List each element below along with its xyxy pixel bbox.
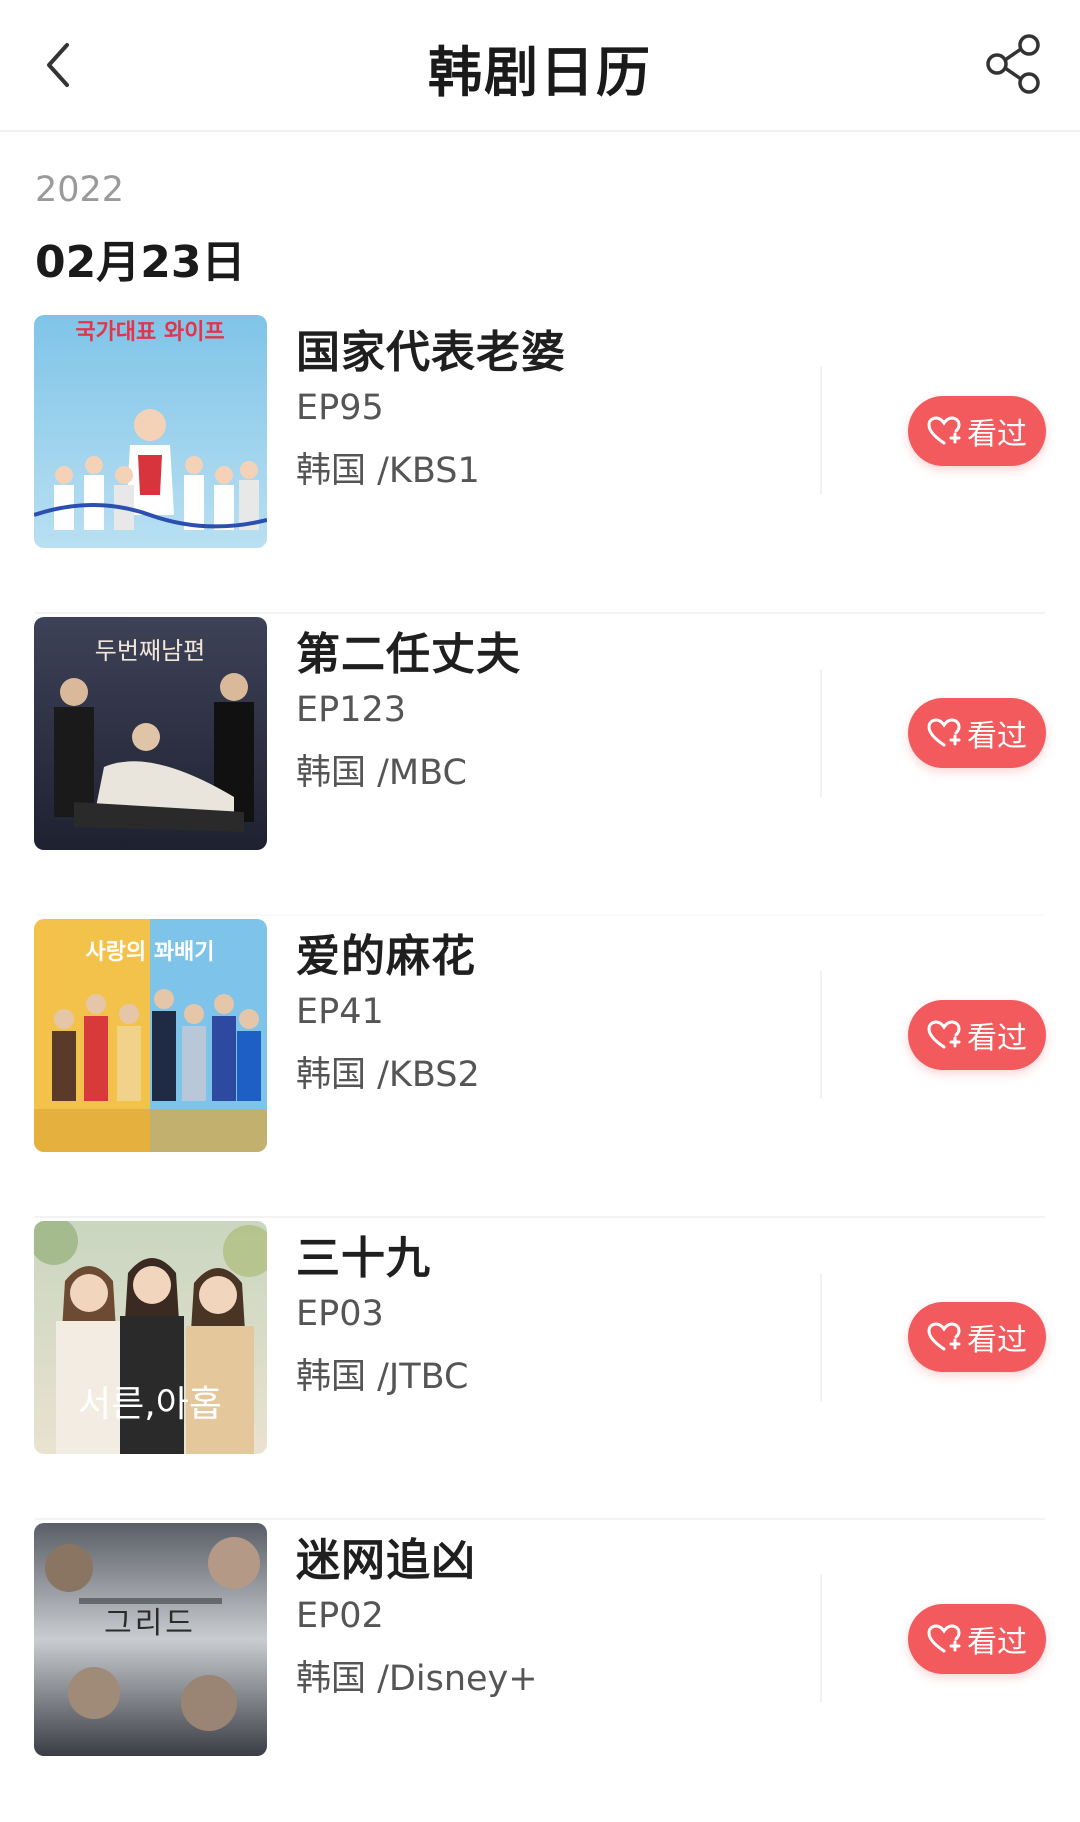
divider: [820, 1273, 822, 1401]
watched-button[interactable]: 看过: [908, 1000, 1046, 1070]
watched-button[interactable]: 看过: [908, 396, 1046, 466]
heart-plus-icon: [927, 1322, 961, 1351]
date-day: 02月23日: [35, 237, 246, 288]
watched-button[interactable]: 看过: [908, 698, 1046, 768]
divider: [820, 669, 822, 797]
poster-image[interactable]: 국가대표 와이프: [34, 315, 267, 548]
heart-plus-icon: [927, 1020, 961, 1049]
show-episode: EP123: [296, 690, 407, 730]
heart-plus-icon: [927, 718, 961, 747]
poster-image[interactable]: 서른,아홉: [34, 1221, 267, 1454]
show-episode: EP03: [296, 1294, 384, 1334]
poster-title: 사랑의 꽈배기: [85, 940, 214, 965]
list-item[interactable]: 두번째남편 第二任丈夫 EP123 韩国 /MBC 看过: [0, 614, 1080, 916]
show-network: 韩国 /KBS1: [296, 451, 480, 491]
show-episode: EP02: [296, 1596, 384, 1636]
watched-label: 看过: [967, 1323, 1027, 1358]
divider: [820, 1575, 822, 1703]
watched-button[interactable]: 看过: [908, 1302, 1046, 1372]
poster-title: 서른,아홉: [78, 1384, 222, 1425]
show-network: 韩国 /JTBC: [296, 1357, 469, 1397]
poster-title: 두번째남편: [95, 637, 205, 665]
top-bar: 韩剧日历: [0, 0, 1080, 132]
list-item[interactable]: 국가대표 와이프 国家代表老婆 EP95 韩国 /KBS1 看过: [0, 312, 1080, 614]
show-network: 韩国 /MBC: [296, 753, 467, 793]
list-item[interactable]: 그리드 迷网追凶 EP02 韩国 /Disney+ 看过: [0, 1520, 1080, 1822]
list-item[interactable]: 서른,아홉 三十九 EP03 韩国 /JTBC 看过: [0, 1218, 1080, 1520]
heart-plus-icon: [927, 416, 961, 445]
watched-label: 看过: [967, 417, 1027, 452]
poster-image[interactable]: 그리드: [34, 1523, 267, 1756]
page-title: 韩剧日历: [428, 41, 652, 104]
show-episode: EP41: [296, 992, 384, 1032]
show-title: 爱的麻花: [296, 931, 476, 982]
poster-image[interactable]: 사랑의 꽈배기: [34, 919, 267, 1152]
poster-image[interactable]: 두번째남편: [34, 617, 267, 850]
watched-label: 看过: [967, 1021, 1027, 1056]
watched-label: 看过: [967, 1625, 1027, 1660]
date-year: 2022: [35, 170, 125, 210]
show-title: 国家代表老婆: [296, 327, 566, 378]
show-title: 迷网追凶: [296, 1535, 476, 1586]
share-icon: [986, 34, 1040, 94]
divider: [820, 971, 822, 1099]
heart-plus-icon: [927, 1624, 961, 1653]
show-episode: EP95: [296, 388, 384, 428]
show-title: 三十九: [296, 1233, 431, 1284]
show-title: 第二任丈夫: [296, 629, 521, 680]
divider: [820, 367, 822, 495]
show-network: 韩国 /KBS2: [296, 1055, 480, 1095]
poster-title: 국가대표 와이프: [75, 320, 224, 345]
watched-label: 看过: [967, 719, 1027, 754]
share-button[interactable]: [978, 28, 1050, 100]
list-item[interactable]: 사랑의 꽈배기 爱的麻花 EP41 韩国 /KBS2 看过: [0, 916, 1080, 1218]
show-network: 韩国 /Disney+: [296, 1659, 538, 1699]
watched-button[interactable]: 看过: [908, 1604, 1046, 1674]
drama-list: 국가대표 와이프 国家代表老婆 EP95 韩国 /KBS1 看过 두번째남편 第…: [0, 312, 1080, 1822]
poster-title: 그리드: [104, 1606, 196, 1641]
